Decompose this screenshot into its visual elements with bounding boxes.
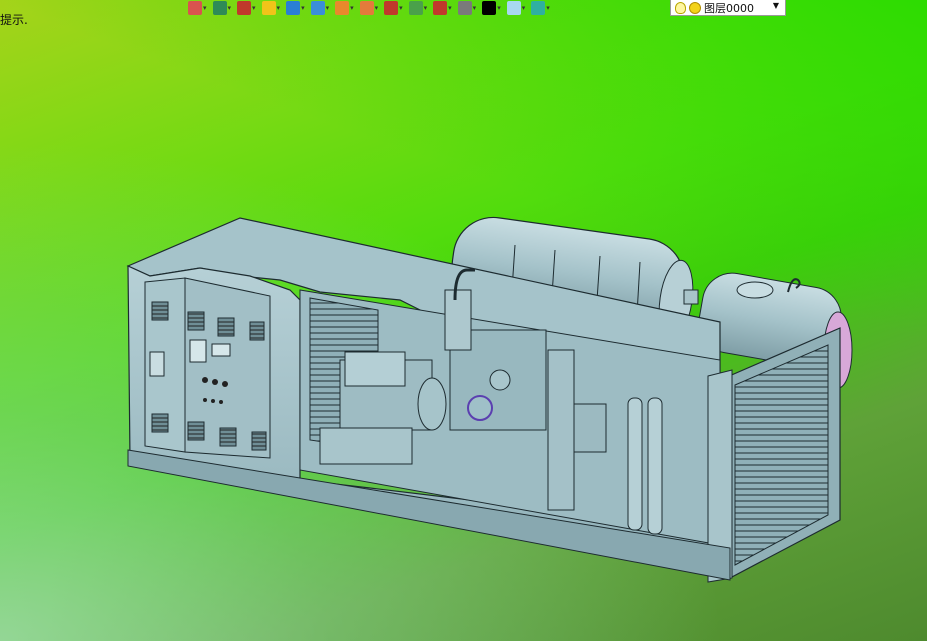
frame-icon: [433, 1, 448, 15]
layer-stack-button[interactable]: ▾: [531, 0, 554, 16]
layer-name: 图层0000: [704, 1, 754, 15]
chevron-down-icon[interactable]: ▾: [228, 4, 232, 12]
monitor-button[interactable]: ▾: [457, 0, 481, 16]
layer-dropdown[interactable]: 图层0000 ▼: [670, 0, 786, 16]
import-button[interactable]: ▾: [188, 0, 211, 16]
layers-icon: [212, 1, 227, 15]
cube-blue-button[interactable]: ▾: [286, 0, 309, 16]
radiator-louvers: [707, 327, 841, 583]
chevron-down-icon[interactable]: ▾: [522, 4, 526, 12]
frame-button[interactable]: ▾: [433, 0, 456, 16]
command-prompt: 提示.: [0, 11, 28, 28]
phone-button[interactable]: ▾: [408, 0, 432, 16]
chevron-down-icon[interactable]: ▼: [773, 1, 779, 10]
chevron-down-icon[interactable]: ▾: [424, 4, 428, 12]
chevron-down-icon[interactable]: ▾: [473, 4, 477, 12]
cube-stack-icon: [310, 1, 325, 15]
clock-icon: [359, 1, 374, 15]
bulb-icon[interactable]: [675, 1, 686, 14]
render-ball-icon: [335, 1, 350, 15]
color-swatch-icon: [506, 1, 521, 15]
toolbar: ▾ ▾ ▾ ▾ ▾ ▾ ▾ ▾ ▾ ▾ ▾ ▾ ▾ ▾ ▾: [188, 0, 554, 16]
layers-button[interactable]: ▾: [212, 0, 236, 16]
chevron-down-icon[interactable]: ▾: [399, 4, 403, 12]
color-swatch-button[interactable]: ▾: [506, 0, 530, 16]
monitor-icon: [457, 1, 472, 15]
cube-blue-icon: [286, 1, 301, 15]
generator-container-model[interactable]: [0, 0, 927, 641]
target-icon: [384, 1, 399, 15]
chevron-down-icon[interactable]: ▾: [546, 4, 550, 12]
pencil-icon: [237, 1, 252, 15]
sun-icon[interactable]: [689, 1, 701, 14]
render-ball-button[interactable]: ▾: [335, 0, 358, 16]
chevron-down-icon[interactable]: ▾: [252, 4, 256, 12]
chevron-down-icon[interactable]: ▾: [375, 4, 379, 12]
box-yellow-button[interactable]: ▾: [261, 0, 285, 16]
chevron-down-icon[interactable]: ▾: [277, 4, 281, 12]
chevron-down-icon[interactable]: ▾: [448, 4, 452, 12]
chevron-down-icon[interactable]: ▾: [203, 4, 207, 12]
box-yellow-icon: [261, 1, 276, 15]
clock-button[interactable]: ▾: [359, 0, 383, 16]
cube-stack-button[interactable]: ▾: [310, 0, 334, 16]
layer-stack-icon: [531, 1, 546, 15]
prompt-text: 提示.: [0, 13, 28, 27]
line-style-icon: [482, 1, 497, 15]
import-icon: [188, 1, 202, 15]
chevron-down-icon[interactable]: ▾: [350, 4, 354, 12]
chevron-down-icon[interactable]: ▾: [301, 4, 305, 12]
line-style-button[interactable]: ▾: [482, 0, 505, 16]
target-button[interactable]: ▾: [384, 0, 407, 16]
control-cabinets: [144, 277, 271, 459]
pencil-button[interactable]: ▾: [237, 0, 260, 16]
chevron-down-icon[interactable]: ▾: [326, 4, 330, 12]
chevron-down-icon[interactable]: ▾: [497, 4, 501, 12]
phone-icon: [408, 1, 423, 15]
